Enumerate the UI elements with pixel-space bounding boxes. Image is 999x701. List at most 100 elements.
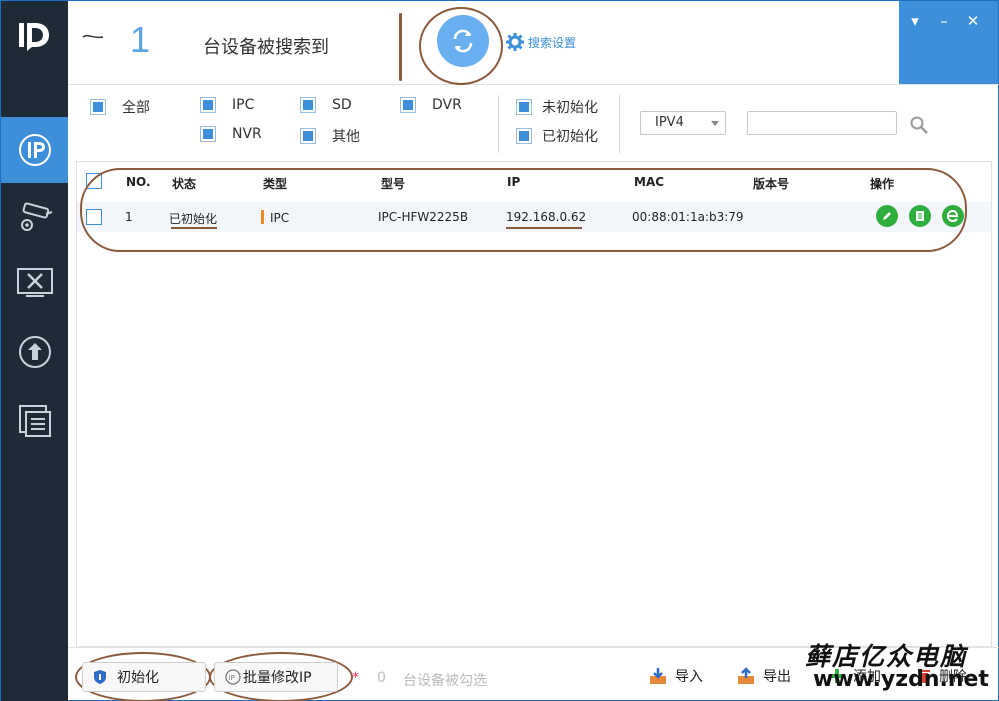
row-model: IPC-HFW2225B [378,210,469,224]
selected-label: 台设备被勾选 [403,673,487,689]
device-table: NO. 状态 类型 型号 IP MAC 版本号 操作 1 已初始化 IPC IP… [76,161,992,647]
browser-e-icon [946,209,959,223]
column-header-ip: IP [507,175,521,189]
batch-modify-ip-button[interactable]: IP 批量修改IP [214,662,338,692]
divider [619,95,620,153]
export-button[interactable]: 导出 [737,666,791,686]
refresh-icon [453,29,473,53]
checkbox[interactable] [516,128,532,144]
edit-button[interactable] [876,205,898,227]
filter-bar: 全部 IPC SD DVR NVR 其他 未初始化 已初始化 IPV4 [68,84,999,156]
menu-dropdown-icon[interactable]: ▾ [905,11,925,31]
filter-other[interactable]: 其他 [300,126,360,146]
header: 1 台设备被搜索到 搜索设置 [68,1,901,84]
filter-uninitialized-label: 未初始化 [542,100,598,116]
initialize-button[interactable]: 初始化 [82,662,206,692]
checkbox[interactable] [200,97,216,113]
required-star: * [352,670,359,686]
checkbox[interactable] [90,99,106,115]
checkbox[interactable] [300,97,316,113]
tilde-mark-icon [82,34,104,39]
filter-ipc[interactable]: IPC [200,97,254,113]
tools-icon [16,268,53,297]
filter-ipc-label: IPC [232,97,255,113]
window-controls: ▾ – ✕ [899,1,998,84]
gear-icon [506,33,524,51]
row-mac: 00:88:01:1a:b3:79 [632,210,744,224]
column-header-mac: MAC [634,175,665,189]
filter-other-label: 其他 [332,129,360,145]
column-header-version: 版本号 [753,177,790,191]
column-header-no: NO. [126,175,151,189]
found-label: 台设备被搜索到 [203,37,329,58]
checkbox[interactable] [200,126,216,142]
upgrade-icon [18,336,51,368]
open-web-button[interactable] [942,205,964,227]
close-button[interactable]: ✕ [963,11,983,31]
filter-uninitialized[interactable]: 未初始化 [516,97,598,117]
initialize-label: 初始化 [117,670,159,686]
column-header-actions: 操作 [870,177,895,191]
filter-initialized-label: 已初始化 [542,129,598,145]
sidebar-item-document[interactable] [1,387,68,453]
svg-text:IP: IP [229,674,235,682]
document-list-icon [18,405,51,437]
filter-sd[interactable]: SD [300,97,352,113]
checkbox[interactable] [516,99,532,115]
pencil-icon [883,212,891,220]
camera-settings-icon [20,202,52,231]
import-label: 导入 [675,669,703,685]
filter-all-label: 全部 [122,100,150,116]
refresh-button[interactable] [437,15,489,67]
search-settings-label: 搜索设置 [528,35,577,50]
annotation-line [399,13,402,81]
minimize-button[interactable]: – [934,11,954,31]
sidebar-item-upgrade[interactable] [1,319,68,385]
details-button[interactable] [909,205,931,227]
row-type-label: IPC [270,211,290,225]
import-button[interactable]: 导入 [649,666,703,686]
filter-all[interactable]: 全部 [90,97,150,117]
checkbox[interactable] [400,97,416,113]
import-icon [650,668,666,684]
app-window: 1 台设备被搜索到 搜索设置 ▾ – ✕ 全部 IPC SD DVR NVR 其… [0,0,999,701]
sidebar-item-ip-config[interactable] [1,117,68,183]
shield-icon [94,670,106,684]
watermark: 藓店亿众电脑 www.yzdn.net [805,637,989,692]
export-icon [738,667,754,684]
filter-nvr-label: NVR [232,126,262,142]
batch-modify-ip-label: 批量修改IP [243,670,312,686]
document-icon [916,211,924,221]
column-header-status: 状态 [172,177,197,191]
filter-nvr[interactable]: NVR [200,126,262,142]
ip-icon [18,134,51,166]
sidebar-item-tools[interactable] [1,251,68,317]
sidebar-item-device-config[interactable] [1,184,68,250]
filter-sd-label: SD [332,97,352,113]
found-count: 1 [130,19,151,60]
ip-badge-icon: IP [225,669,241,685]
row-no: 1 [125,210,133,224]
row-ip: 192.168.0.62 [506,210,587,224]
watermark-url: www.yzdn.net [813,667,989,692]
ip-version-select[interactable]: IPV4 [640,111,726,135]
filter-initialized[interactable]: 已初始化 [516,126,598,146]
annotation-underline-status [171,227,217,229]
selected-count: 0 [377,670,386,686]
checkbox[interactable] [300,128,316,144]
divider [498,95,499,153]
type-marker [261,210,264,224]
logo-icon [19,23,49,51]
filter-dvr[interactable]: DVR [400,97,462,113]
select-all-checkbox[interactable] [86,173,102,189]
ip-version-value: IPV4 [655,115,684,130]
row-status: 已初始化 [169,212,218,226]
column-header-type: 类型 [263,177,288,191]
search-icon[interactable] [909,115,929,135]
sidebar [1,1,68,701]
annotation-underline-ip [506,227,582,229]
row-checkbox[interactable] [86,209,102,225]
search-settings-link[interactable]: 搜索设置 [506,33,576,51]
search-input[interactable] [747,111,897,135]
column-header-model: 型号 [381,177,406,191]
